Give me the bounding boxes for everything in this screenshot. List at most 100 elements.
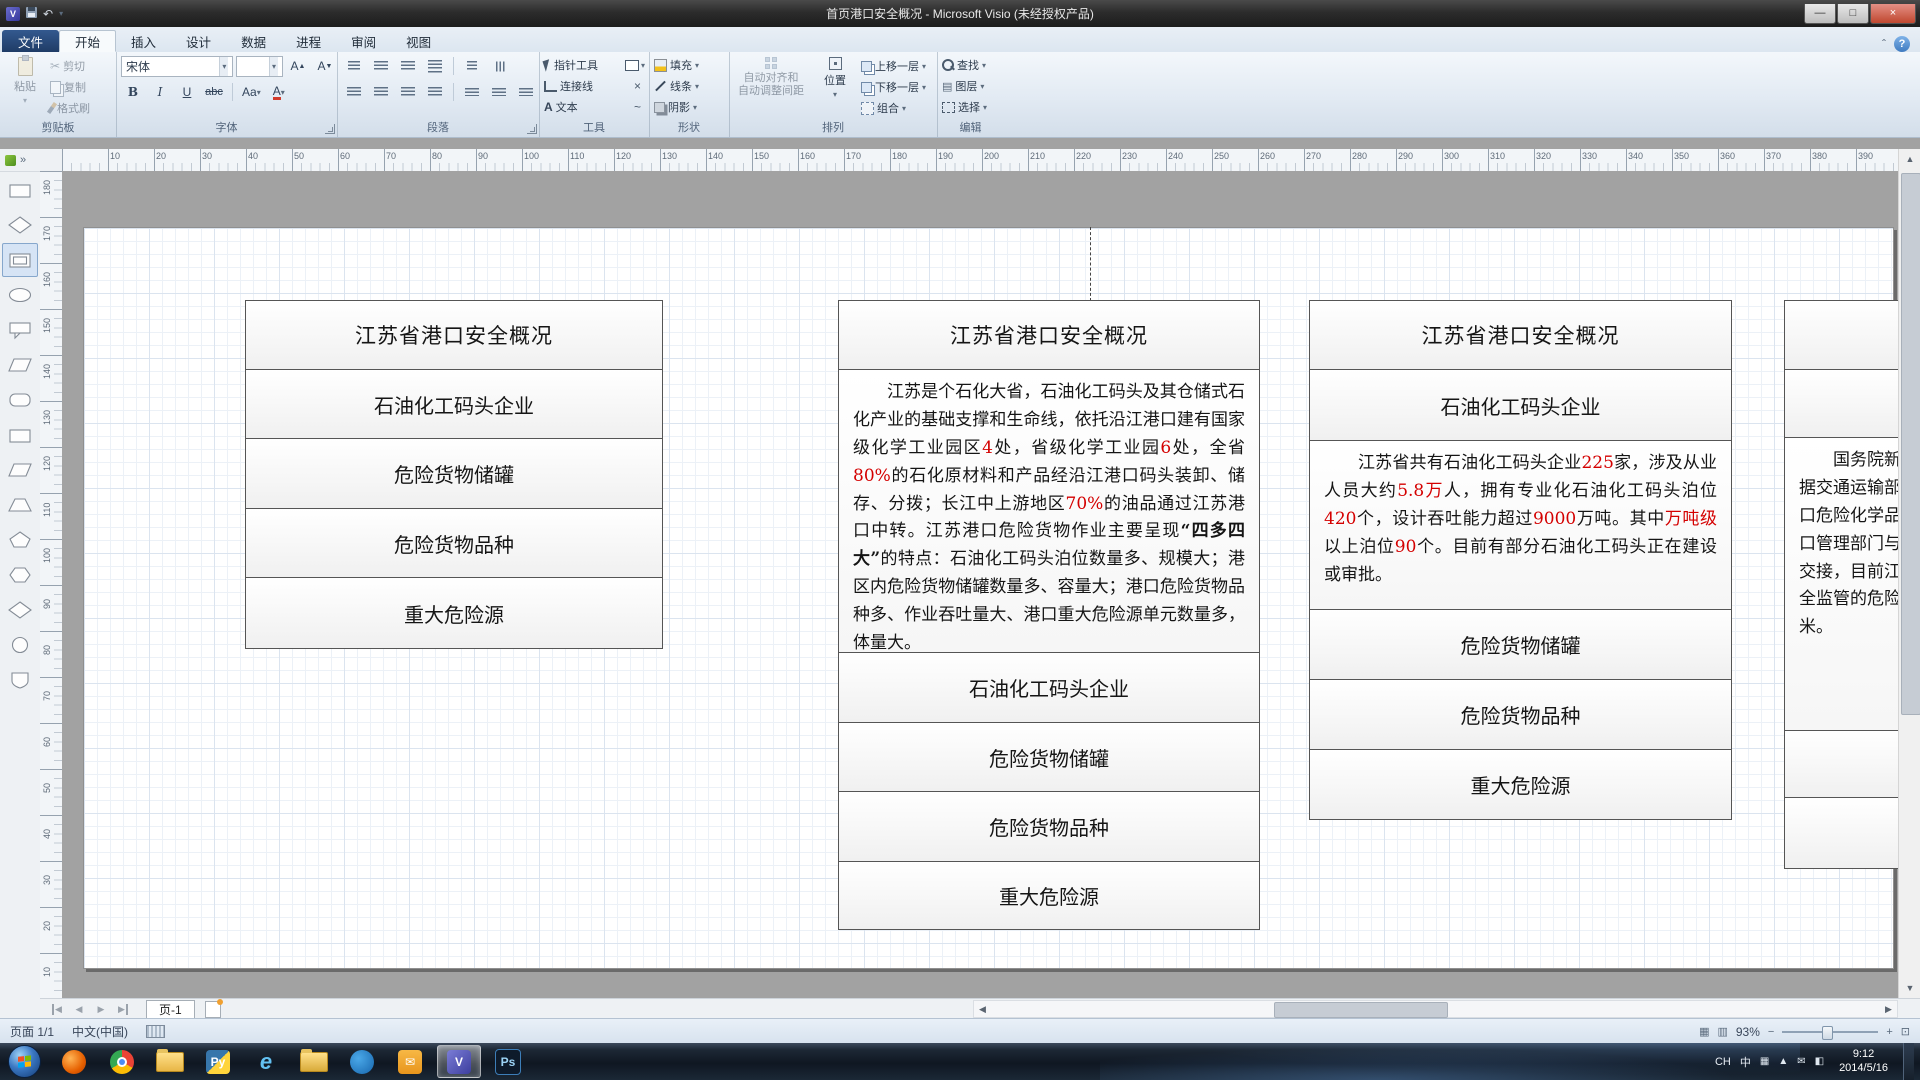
flowchart-box[interactable]: 江苏省港口安全概况江苏是个石化大省，石油化工码头及其仓储式石化产业的基础支撑和生… (838, 300, 1260, 930)
tab-插入[interactable]: 插入 (116, 30, 171, 52)
increase-indent-icon[interactable] (396, 56, 420, 76)
fit-page-icon[interactable]: ⊡ (1901, 1025, 1910, 1038)
taskbar-app-outlook[interactable]: ✉ (389, 1046, 431, 1077)
align-bottom-icon[interactable] (514, 82, 538, 102)
vertical-scrollbar[interactable]: ▲ ▼ (1898, 149, 1920, 998)
box-row-item[interactable]: 重大危险源 (246, 578, 662, 648)
stencil-shield[interactable] (2, 663, 38, 697)
keyboard-icon[interactable] (146, 1025, 165, 1038)
find-button[interactable]: 查找▾ (942, 55, 1004, 75)
box-row-item[interactable] (1785, 370, 1898, 438)
last-page-button[interactable]: ▶ (112, 1001, 134, 1017)
paste-button[interactable]: 粘贴▾ (4, 54, 46, 121)
box-row-para[interactable]: 江苏是个石化大省，石油化工码头及其仓储式石化产业的基础支撑和生命线，依托沿江港口… (839, 370, 1259, 653)
underline-button[interactable]: U (175, 82, 199, 102)
decrease-indent-icon[interactable] (369, 56, 393, 76)
font-size-select[interactable]: ▾ (236, 56, 283, 77)
align-middle-icon[interactable] (487, 82, 511, 102)
tab-设计[interactable]: 设计 (171, 30, 226, 52)
text-direction-icon[interactable] (460, 56, 484, 76)
box-row-item[interactable]: 石油化工码头企业 (839, 653, 1259, 723)
stencil-rounded-rectangle[interactable] (2, 383, 38, 417)
page-tab[interactable]: 页-1 (146, 1000, 195, 1019)
strikethrough-button[interactable]: abc (202, 82, 226, 102)
language-indicator[interactable]: 中文(中国) (72, 1023, 128, 1040)
qat-customize-icon[interactable]: ▾ (59, 10, 63, 18)
align-center-icon[interactable] (369, 82, 393, 102)
zoom-in-icon[interactable]: + (1886, 1026, 1892, 1038)
maximize-button[interactable]: □ (1837, 4, 1869, 24)
auto-align-button[interactable]: 自动对齐和自动调整间距 (733, 54, 809, 121)
cut-button[interactable]: ✂ 剪切 (50, 56, 90, 76)
line-button[interactable]: 线条▾ (654, 76, 729, 96)
insert-page-button[interactable] (205, 1001, 221, 1018)
box-row-item[interactable]: 石油化工码头企业 (246, 370, 662, 439)
zoom-slider-thumb[interactable] (1822, 1026, 1833, 1040)
box-row-title[interactable]: 江苏省港口安全概况 (1310, 301, 1731, 370)
shrink-font-icon[interactable]: A▼ (313, 56, 337, 76)
zoom-out-icon[interactable]: − (1768, 1026, 1774, 1038)
flowchart-box[interactable]: 江苏省港口安全概况石油化工码头企业危险货物储罐危险货物品种重大危险源 (245, 300, 663, 649)
tab-审阅[interactable]: 审阅 (336, 30, 391, 52)
expand-shapes-panel-icon[interactable]: » (20, 154, 26, 166)
scroll-right-icon[interactable]: ▶ (1880, 1001, 1897, 1017)
box-row-item[interactable]: 危险货物储罐 (1310, 610, 1731, 680)
box-row-para[interactable]: 国务院新《 据交通运输部和 口危险化学品安 口管理部门与安 交接，目前江苏 全监… (1785, 438, 1898, 731)
freeform-tool-icon[interactable]: ~ (634, 100, 641, 114)
vertical-scrollbar-thumb[interactable] (1901, 173, 1920, 715)
layers-button[interactable]: ▤ 图层▾ (942, 76, 1004, 96)
scroll-left-icon[interactable]: ◀ (974, 1001, 991, 1017)
previous-page-button[interactable]: ◀ (68, 1001, 90, 1017)
box-row-item[interactable] (1785, 731, 1898, 798)
horizontal-scrollbar-thumb[interactable] (1274, 1002, 1448, 1018)
fill-button[interactable]: 填充▾ (654, 55, 729, 75)
show-desktop-button[interactable] (1903, 1043, 1914, 1080)
show-hidden-icons-icon[interactable]: ▲ (1778, 1056, 1788, 1067)
box-row-title[interactable]: 江苏省港口安全概况 (839, 301, 1259, 370)
align-left-icon[interactable] (342, 82, 366, 102)
pointer-tool-button[interactable]: 指针工具 ▾ (544, 55, 649, 75)
taskbar-clock[interactable]: 9:12 2014/5/16 (1833, 1048, 1894, 1076)
stencil-circle[interactable] (2, 628, 38, 662)
box-row-item[interactable]: 危险货物储罐 (246, 439, 662, 509)
rotate-text-icon[interactable] (487, 56, 511, 76)
start-button[interactable] (8, 1045, 41, 1078)
group-button[interactable]: 组合▾ (861, 98, 926, 118)
stencil-parallelogram[interactable] (2, 348, 38, 382)
box-row-item[interactable] (1785, 301, 1898, 370)
tab-数据[interactable]: 数据 (226, 30, 281, 52)
box-row-item[interactable]: 重大危险源 (839, 862, 1259, 929)
bullets-icon[interactable] (342, 56, 366, 76)
stencil-diamond[interactable] (2, 208, 38, 242)
stencil-rectangle[interactable] (2, 418, 38, 452)
save-icon[interactable] (26, 7, 37, 20)
grow-font-icon[interactable]: A▲ (286, 56, 310, 76)
format-painter-button[interactable]: 格式刷 (50, 98, 90, 118)
copy-button[interactable]: 复制 (50, 77, 90, 97)
stencil-pentagon[interactable] (2, 523, 38, 557)
visio-app-icon[interactable]: V (6, 7, 20, 21)
stencil-trapezoid[interactable] (2, 488, 38, 522)
position-button[interactable]: 位置▾ (813, 54, 857, 121)
bold-button[interactable]: B (121, 82, 145, 102)
horizontal-ruler[interactable]: 1020304050607080901001101201301401501601… (62, 149, 1898, 172)
taskbar-app-visio[interactable]: V (437, 1045, 481, 1078)
stencil-icon[interactable] (5, 155, 16, 166)
align-right-icon[interactable] (396, 82, 420, 102)
rectangle-tool-button[interactable]: ▾ (625, 60, 645, 71)
ime-language-indicator[interactable]: 中 (1740, 1054, 1751, 1070)
tab-file[interactable]: 文件 (2, 30, 59, 52)
select-button[interactable]: 选择▾ (942, 97, 1004, 117)
close-button[interactable]: × (1870, 4, 1916, 24)
line-spacing-icon[interactable] (423, 56, 447, 76)
stencil-hexagon[interactable] (2, 558, 38, 592)
minimize-button[interactable]: — (1804, 4, 1836, 24)
taskbar-app-thunderbird[interactable] (341, 1046, 383, 1077)
box-row-item[interactable]: 危险货物品种 (839, 792, 1259, 862)
ime-mode-indicator[interactable]: CH (1715, 1056, 1731, 1068)
text-tool-button[interactable]: A 文本 ~ (544, 97, 649, 117)
action-center-icon[interactable]: ✉ (1797, 1056, 1805, 1067)
box-row-item[interactable]: 危险货物品种 (1310, 680, 1731, 750)
view-fullscreen-icon[interactable]: ▥ (1717, 1025, 1727, 1038)
stencil-callout[interactable] (2, 313, 38, 347)
